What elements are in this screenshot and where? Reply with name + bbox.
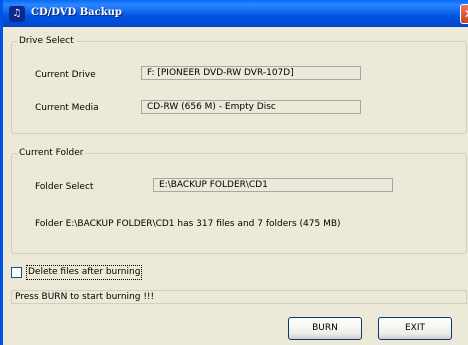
current-drive-field: F: [PIONEER DVD-RW DVR-107D]	[141, 66, 361, 80]
folder-select-field[interactable]: E:\BACKUP FOLDER\CD1	[153, 178, 393, 192]
current-folder-group: Current Folder	[11, 148, 467, 254]
folder-info-text: Folder E:\BACKUP FOLDER\CD1 has 317 file…	[35, 219, 341, 229]
close-button[interactable]: ✕	[460, 4, 468, 24]
app-window: ♫ CD/DVD Backup ✕ Drive Select Current D…	[0, 0, 468, 345]
folder-select-label: Folder Select	[35, 182, 94, 192]
current-drive-label: Current Drive	[35, 70, 96, 80]
current-media-field: CD-RW (656 M) - Empty Disc	[141, 100, 361, 114]
drive-select-group: Drive Select	[11, 36, 467, 134]
current-folder-legend: Current Folder	[19, 148, 84, 158]
delete-after-burn-label[interactable]: Delete files after burning	[26, 265, 143, 280]
drive-select-legend: Drive Select	[19, 36, 74, 46]
window-title: CD/DVD Backup	[31, 7, 122, 18]
delete-after-burn-checkbox[interactable]	[11, 267, 22, 278]
exit-button[interactable]: EXIT	[378, 317, 452, 340]
app-icon: ♫	[9, 6, 25, 22]
title-bar[interactable]: ♫ CD/DVD Backup ✕	[3, 0, 468, 27]
current-media-label: Current Media	[35, 103, 99, 113]
burn-button[interactable]: BURN	[288, 317, 362, 340]
status-bar: Press BURN to start burning !!!	[11, 290, 467, 304]
